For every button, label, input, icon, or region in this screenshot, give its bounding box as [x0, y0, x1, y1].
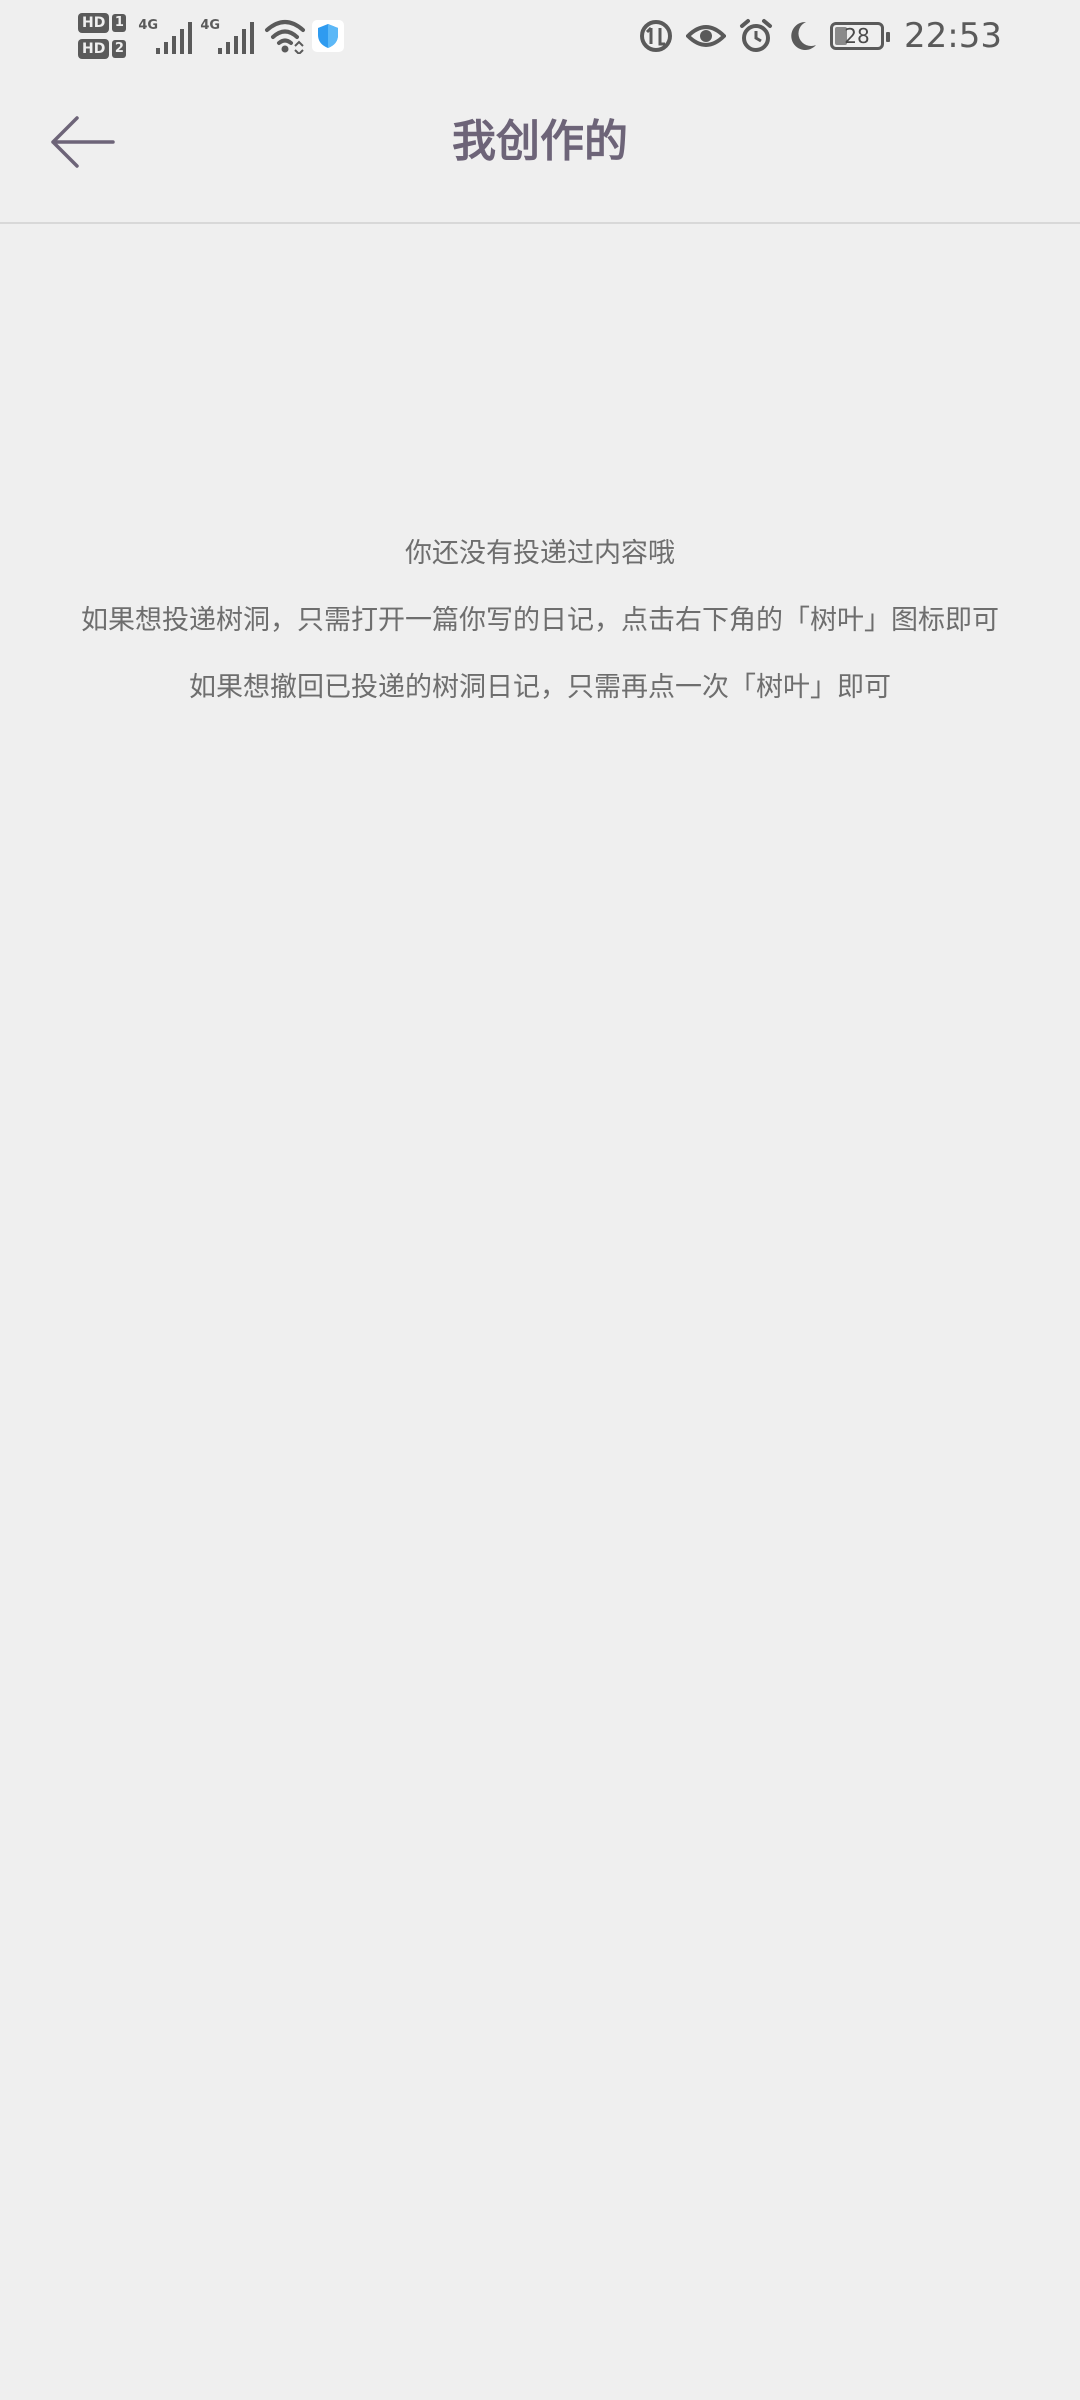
empty-state-message: 你还没有投递过内容哦 — [405, 538, 675, 569]
sim2-indicator: HD 2 — [78, 39, 127, 59]
moon-icon — [791, 21, 817, 50]
hd-icon: HD — [78, 13, 110, 33]
sim-indicators: HD 1 HD 2 — [78, 13, 127, 59]
signal-icon — [218, 22, 255, 54]
clock: 22:53 — [904, 16, 1002, 56]
empty-state-hint-submit: 如果想投递树洞，只需打开一篇你写的日记，点击右下角的「树叶」图标即可 — [81, 605, 999, 636]
signal-1: 4G — [138, 16, 196, 56]
shield-icon — [318, 24, 339, 48]
empty-state: 你还没有投递过内容哦 如果想投递树洞，只需打开一篇你写的日记，点击右下角的「树叶… — [0, 520, 1080, 721]
wifi-icon — [265, 20, 306, 54]
data-saver-icon — [640, 20, 673, 52]
sim1-indicator: HD 1 — [78, 13, 127, 33]
alarm-icon — [740, 19, 773, 52]
status-bar: HD 1 HD 2 4G 4G 28 22:53 — [0, 0, 1080, 72]
shield-app-icon — [312, 20, 345, 52]
eye-comfort-icon — [686, 25, 727, 47]
status-left: HD 1 HD 2 4G 4G — [78, 6, 345, 66]
empty-state-hint-withdraw: 如果想撤回已投递的树洞日记，只需再点一次「树叶」即可 — [189, 672, 891, 703]
sim1-number: 1 — [112, 14, 127, 32]
battery-icon: 28 — [830, 22, 891, 50]
status-right: 28 22:53 — [638, 8, 1002, 64]
signal-icon — [156, 22, 193, 54]
hd-icon: HD — [78, 39, 110, 59]
app-bar: 我创作的 — [0, 72, 1080, 224]
signal-2: 4G — [200, 16, 258, 56]
sim2-number: 2 — [112, 40, 127, 58]
battery-level: 28 — [844, 24, 870, 48]
page-title: 我创作的 — [452, 116, 628, 167]
